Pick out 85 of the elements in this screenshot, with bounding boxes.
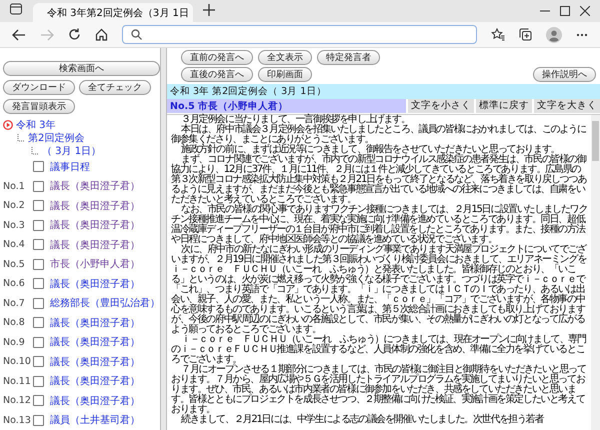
new-tab-icon[interactable] <box>203 4 215 16</box>
checkbox[interactable] <box>33 278 44 290</box>
checkbox[interactable] <box>33 376 44 387</box>
checkbox[interactable] <box>33 180 44 192</box>
speech-paragraph: なお、市民の皆様の関心事でありますワクチン接種につきましては、２月15日に設置いたしましたワクチン接種推進チームを中心に、現在、着実な実施に向け準備を進めているところであります。同日、超低温冷蔵庫ディープフリーザーの１台目が府中市に到着し設置をしたところであります。また、接種の方法や日程につきまして、府中地区医師会等との協議を進めている状況でございます。 <box>171 205 588 245</box>
nav-button[interactable]: 印刷画面 <box>258 67 312 82</box>
year-link[interactable]: 令和 3年 <box>16 118 56 132</box>
action-button[interactable]: ダウンロード <box>3 80 75 95</box>
speech-number: No.4 <box>3 239 26 250</box>
speech-paragraph: 続きまして、２月21日には、中学生による志の議会を開催いたしました。次世代を担う若者 <box>180 415 545 425</box>
checkbox[interactable] <box>33 298 44 309</box>
checkbox[interactable] <box>33 317 44 328</box>
speech-paragraph: 本日は、府中市議会３月定例会を招集いたしましたところ、議員の皆様におかれましては、このように御参集くださり、まことにありがとうございます。 <box>171 125 587 145</box>
font-size-button[interactable]: 文字を小さく <box>406 99 474 113</box>
speaker-link[interactable]: 総務部長（豊田弘治君） <box>50 296 160 310</box>
meeting-title: 令和 3年 第2回定例会（ 3月 1日） <box>167 84 600 99</box>
preview-button[interactable]: 発言冒頭表示 <box>3 99 75 114</box>
help-button[interactable]: 操作説明へ <box>533 67 596 82</box>
speech-paragraph: ７月にオープンさせる１期部分につきましては、市民の皆様に御注目と御期待をいただきたいと思っております。７月から、屋内広場や５Ｇを活用したトライアルプログラムを実施してまいりたいと思っております。ぜひ、市民、あるいは市内業者の皆様に御参加をいただき、共感をしていただきたいと思います。皆様とともにプロジェクトを成長させつつ、２期整備に向けた検証、実施計画を策定したいと考えております。 <box>171 365 587 415</box>
checkbox[interactable] <box>33 239 44 250</box>
search-icon <box>131 29 142 40</box>
speech-number: No.10 <box>3 356 32 368</box>
back-arrow-icon[interactable] <box>12 28 26 40</box>
close-icon[interactable] <box>580 6 590 16</box>
speaker-link[interactable]: 議長（奥田澄子君） <box>50 335 140 350</box>
tab-title: 令和 3年第2回定例会（3月 1日 <box>47 6 189 20</box>
speaker-link[interactable]: 議長（奥田澄子君） <box>50 276 140 291</box>
favorites-star-icon[interactable] <box>491 28 505 41</box>
checkbox[interactable] <box>33 356 44 368</box>
checkbox[interactable] <box>33 161 44 172</box>
nav-button[interactable]: 直前の発言へ <box>181 50 253 65</box>
more-icon[interactable] <box>576 32 588 36</box>
speaker-link[interactable]: 議長（奥田澄子君） <box>50 238 140 252</box>
checkbox[interactable] <box>33 395 44 406</box>
checkbox[interactable] <box>33 336 44 348</box>
reload-icon[interactable] <box>68 28 81 41</box>
speaker-link[interactable]: 議長（奥田澄子君） <box>50 198 140 213</box>
collections-icon[interactable] <box>519 28 532 41</box>
speech-paragraph: ３月定例会に当たりまして、一言御挨拶を申し上げます。 <box>180 115 411 125</box>
speaker-link[interactable]: 議長（奥田澄子君） <box>50 394 140 408</box>
speaker-link[interactable]: 議長（奥田澄子君） <box>50 374 140 388</box>
speaker-link[interactable]: 議長（奥田澄子君） <box>50 179 140 194</box>
home-icon[interactable] <box>95 28 108 41</box>
speaker-name: No.5 市長（小野申人君） <box>169 100 288 112</box>
font-size-button[interactable]: 標準に戻す <box>474 99 532 113</box>
search-screen-button[interactable]: 検索画面へ <box>3 61 160 76</box>
tab-actions-icon[interactable] <box>9 2 23 16</box>
play-marker-icon <box>3 120 13 130</box>
speaker-link[interactable]: 市長（小野申人君） <box>50 257 140 272</box>
action-button[interactable]: 全てチェック <box>79 80 151 95</box>
speaker-link[interactable]: 議長（奥田澄子君） <box>50 354 140 369</box>
speech-number: No.2 <box>3 200 26 212</box>
speech-paragraph: まず、コロナ関連でございますが、市内での新型コロナウイルス感染症の患者発生は、市民の皆様の御協力により、12月に37件、１月に11件、２月には１件と減少してきているところであります。広島県の第３次新型コロナ感染拡大防止集中対策も２月21日をもって終了となるなど、落ち着きを取り戻しつつあるように見えますが、まだまだ今後とも緊急事態宣言が出ている地域への往来につきましては、自粛をいただきたいと考えているところでございます。 <box>171 155 586 205</box>
checkbox[interactable] <box>33 200 44 212</box>
checkbox[interactable] <box>33 258 44 270</box>
speaker-link[interactable]: 議員（土井基司君） <box>50 413 140 428</box>
maximize-icon[interactable] <box>560 6 570 16</box>
font-size-button[interactable]: 文字を大きく <box>532 99 600 113</box>
address-field[interactable] <box>122 25 477 44</box>
speech-paragraph: 施政方針の前に、まずは近況等につきまして、御報告をさせていただきたいと思っております。 <box>181 145 560 155</box>
speech-number: No.12 <box>3 395 32 406</box>
speech-number: No.6 <box>3 278 26 290</box>
speech-paragraph: 次に、府中市の新たなにぎわい形成のリーディング事業であります天満屋プロジェクトについてでございますが、２月19日に開催されました第３回賑わいづくり検討委員会におきまして、エリアネーミングをｉ－ｃｏｒｅ ＦＵＣＨＵ（いこーれ ふちゅう）と発表いたしました。皆様御存じのとおり、「いこる」というのは、火が炭に燃え移って火勢が強くなる様子でございます。つづりは英字でｉ－ｃｏｒｅで「これ」、つまり英語で「コア」であります。「ｉ」につきましてはＩＣＴのＩであったり、あるいは出会い、親子、人の愛、また、私という一人称。また、「ｃｏｒｅ」「コア」でございますが、各物事の中心を意味するものであります。いこるという言葉は、第５次総合計画におきましても取り上げておりますが、今後の府中駅周辺のにぎわいの各施設として、市民が集い、その熱量がにぎわいの灯となって広がるよう願っておるところでございます。 <box>171 245 588 335</box>
speech-number: No.1 <box>3 180 26 192</box>
nav-button[interactable]: 直後の発言へ <box>181 67 253 82</box>
checkbox[interactable] <box>33 414 44 426</box>
scrollbar[interactable] <box>591 115 600 430</box>
speech-number: No.8 <box>3 317 26 328</box>
nav-button[interactable]: 全文表示 <box>258 50 312 65</box>
speech-number: No.13 <box>3 414 32 426</box>
speech-number: No.9 <box>3 336 26 348</box>
nav-button[interactable]: 特定発言者 <box>317 50 380 65</box>
browser-tab[interactable]: 令和 3年第2回定例会（3月 1日 <box>33 3 193 22</box>
speech-paragraph: ｉ－ｃｏｒｅ ＦＵＣＨＵ（いこーれ ふちゅう）につきましては、現在オープンに向けまして、専門のｉ－ｃｏｒｅＦＵＣＨＵ推進課を設置するなど、人員体制の強化を含め、準備に全力を挙げているところでございます。 <box>171 335 587 365</box>
profile-avatar-icon[interactable] <box>546 26 562 42</box>
speech-number: No.11 <box>3 376 32 387</box>
speech-number: No.5 <box>3 258 26 270</box>
speech-number: No.7 <box>3 298 26 309</box>
speech-number: No.3 <box>3 220 26 231</box>
date-link[interactable]: （ 3月 1日） <box>42 144 102 158</box>
session-link[interactable]: 第2回定例会 <box>28 130 84 144</box>
speaker-link[interactable]: 議事日程 <box>50 160 90 174</box>
checkbox[interactable] <box>33 220 44 231</box>
speaker-link[interactable]: 議長（奥田澄子君） <box>50 218 140 232</box>
speaker-link[interactable]: 議長（奥田澄子君） <box>50 316 140 330</box>
